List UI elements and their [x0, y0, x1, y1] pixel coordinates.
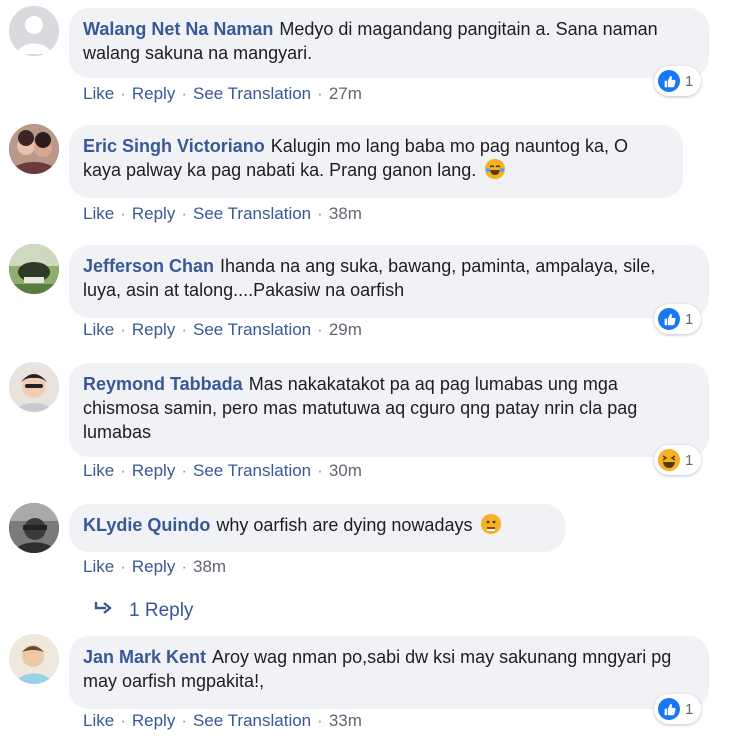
reaction-count: 1	[685, 700, 694, 718]
reply-link[interactable]: Reply	[132, 320, 175, 339]
comment-timestamp[interactable]: 33m	[329, 711, 362, 730]
avatar[interactable]	[9, 124, 59, 174]
reply-link[interactable]: Reply	[132, 557, 175, 576]
comment-timestamp[interactable]: 38m	[193, 557, 226, 576]
comment-actions: Like · Reply · See Translation · 29m	[83, 320, 362, 339]
see-translation-link[interactable]: See Translation	[193, 204, 311, 223]
haha-icon	[658, 449, 680, 471]
like-link[interactable]: Like	[83, 461, 114, 480]
replies-label[interactable]: 1 Reply	[129, 600, 193, 622]
default-avatar-icon	[9, 6, 59, 56]
comment-bubble: Reymond Tabbada Mas nakakatakot pa aq pag…	[69, 363, 709, 457]
user-photo-icon	[9, 634, 59, 684]
comment-bubble: Walang Net Na Naman Medyo di magandang pa…	[69, 8, 709, 78]
comment-bubble: Jefferson Chan Ihanda na ang suka, bawang…	[69, 245, 709, 318]
see-translation-link[interactable]: See Translation	[193, 711, 311, 730]
comment-bubble: KLydie Quindo why oarfish are dying nowad…	[69, 504, 565, 552]
comment-timestamp[interactable]: 29m	[329, 320, 362, 339]
like-icon	[658, 308, 680, 330]
like-icon	[658, 70, 680, 92]
avatar[interactable]	[9, 503, 59, 553]
like-link[interactable]: Like	[83, 320, 114, 339]
sad-face-emoji-icon	[481, 514, 502, 534]
comment-author[interactable]: Reymond Tabbada	[83, 374, 243, 394]
avatar[interactable]	[9, 6, 59, 56]
avatar[interactable]	[9, 244, 59, 294]
comment-timestamp[interactable]: 30m	[329, 461, 362, 480]
see-translation-link[interactable]: See Translation	[193, 461, 311, 480]
user-photo-icon	[9, 244, 59, 294]
reaction-count: 1	[685, 310, 694, 328]
comment-bubble: Eric Singh Victoriano Kalugin mo lang bab…	[69, 125, 683, 198]
view-replies-link[interactable]: 1 Reply	[93, 598, 193, 624]
comment-author[interactable]: Jefferson Chan	[83, 256, 214, 276]
reaction-badge[interactable]: 1	[654, 304, 702, 334]
comment-author[interactable]: KLydie Quindo	[83, 515, 210, 535]
comment-bubble: Jan Mark Kent Aroy wag nman po,sabi dw ks…	[69, 636, 709, 709]
see-translation-link[interactable]: See Translation	[193, 320, 311, 339]
reply-link[interactable]: Reply	[132, 84, 175, 103]
reaction-count: 1	[685, 451, 694, 469]
comment-actions: Like · Reply · See Translation · 33m	[83, 711, 362, 730]
avatar[interactable]	[9, 362, 59, 412]
laughing-tears-emoji-icon	[485, 159, 506, 179]
reply-arrow-icon	[93, 600, 113, 622]
like-link[interactable]: Like	[83, 557, 114, 576]
comment-actions: Like · Reply · See Translation · 27m	[83, 84, 362, 103]
reply-link[interactable]: Reply	[132, 711, 175, 730]
user-photo-icon	[9, 124, 59, 174]
comment-author[interactable]: Eric Singh Victoriano	[83, 136, 265, 156]
reply-link[interactable]: Reply	[132, 461, 175, 480]
reaction-badge[interactable]: 1	[654, 694, 702, 724]
comment-text: why oarfish are dying nowadays	[216, 515, 473, 535]
comment-timestamp[interactable]: 38m	[329, 204, 362, 223]
reaction-badge[interactable]: 1	[654, 66, 702, 96]
like-link[interactable]: Like	[83, 84, 114, 103]
like-link[interactable]: Like	[83, 711, 114, 730]
like-link[interactable]: Like	[83, 204, 114, 223]
like-icon	[658, 698, 680, 720]
reaction-count: 1	[685, 72, 694, 90]
reply-link[interactable]: Reply	[132, 204, 175, 223]
comment-author[interactable]: Walang Net Na Naman	[83, 19, 273, 39]
comment-timestamp[interactable]: 27m	[329, 84, 362, 103]
user-photo-icon	[9, 503, 59, 553]
comment-actions: Like · Reply · 38m	[83, 557, 227, 576]
comment-author[interactable]: Jan Mark Kent	[83, 647, 206, 667]
see-translation-link[interactable]: See Translation	[193, 84, 311, 103]
reaction-badge[interactable]: 1	[654, 445, 702, 475]
avatar[interactable]	[9, 634, 59, 684]
comment-actions: Like · Reply · See Translation · 38m	[83, 204, 362, 223]
comment-actions: Like · Reply · See Translation · 30m	[83, 461, 362, 480]
user-photo-icon	[9, 362, 59, 412]
